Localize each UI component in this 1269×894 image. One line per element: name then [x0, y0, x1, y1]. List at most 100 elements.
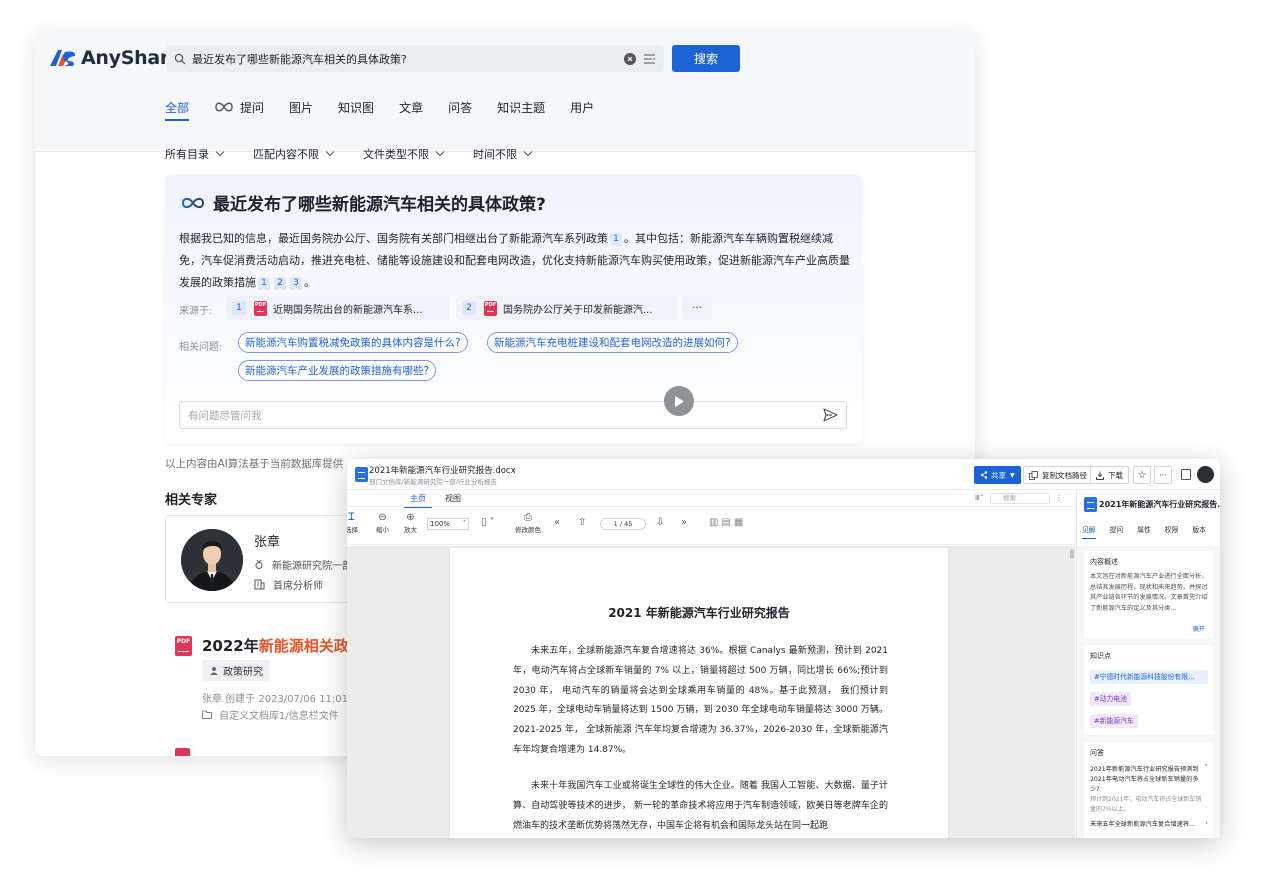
knowledge-point-tag[interactable]: #动力电池 [1090, 692, 1131, 706]
text-cursor-icon: Ꮖ [348, 512, 355, 523]
tab-ask[interactable]: 提问 [214, 94, 264, 120]
first-page-button[interactable]: « [554, 517, 560, 529]
panel-toggle-icon[interactable] [1181, 469, 1191, 480]
page-indicator[interactable]: 1 / 45 [600, 518, 646, 530]
tab-all[interactable]: 全部 [165, 94, 190, 121]
chevron-down-icon[interactable]: ˅ [1205, 764, 1209, 772]
expand-link[interactable]: 展开 [1193, 624, 1205, 633]
logo[interactable]: AnyShare [49, 46, 182, 70]
tab-knowledge-graph[interactable]: 知识图 [338, 94, 374, 120]
chevron-down-icon [523, 147, 533, 157]
sources-label: 来源于: [179, 306, 213, 317]
citation-2[interactable]: 2 [274, 277, 286, 290]
ai-answer-card: 最近发布了哪些新能源汽车相关的具体政策? 根据我已知的信息，最近国务院办公厅、国… [165, 175, 862, 444]
zoom-in-button[interactable]: ⊕ 放大 [404, 512, 417, 534]
citation-3[interactable]: 3 [290, 277, 302, 290]
expert-card[interactable]: 张章 新能源研究院一部 首席分析师 [165, 515, 365, 603]
prev-page-button[interactable]: ⇧ [578, 517, 586, 529]
last-page-button[interactable]: » [681, 517, 687, 529]
insight-panel-header: 2021年新能源汽车行业研究报告.docx 见解 提问 属性 权限 版本 [1077, 490, 1220, 546]
filter-list-icon[interactable] [644, 53, 656, 64]
more-sources-button[interactable]: ··· [682, 296, 712, 320]
tab-home[interactable]: 主页 [404, 493, 432, 508]
qa-question[interactable]: 2021年新能源汽车行业研究报告预测到2021年电动汽车将占全球新车销量的多少? [1090, 765, 1202, 795]
tab-versions[interactable]: 版本 [1192, 524, 1206, 534]
filter-directory[interactable]: 所有目录 [165, 146, 225, 162]
doc-search-input[interactable]: 搜索 [990, 493, 1050, 504]
tab-insight[interactable]: 见解 [1082, 524, 1096, 539]
citation-1[interactable]: 1 [610, 233, 622, 246]
download-button[interactable]: 下载 [1090, 466, 1129, 484]
share-button[interactable]: 共享 ▼ [974, 466, 1021, 484]
next-page-button[interactable]: ⇩ [656, 517, 664, 529]
word-doc-icon [1084, 497, 1097, 512]
search-button[interactable]: 搜索 [672, 45, 740, 72]
result-meta: 张章 创建于 2023/07/06 11:01 [202, 694, 348, 705]
paragraph: 未来五年，全球新能源汽车复合增速将达 36%。根据 Canalys 最新预测，预… [513, 646, 888, 755]
citation-1[interactable]: 1 [258, 277, 270, 290]
document-canvas[interactable]: 2021 年新能源汽车行业研究报告 未来五年，全球新能源汽车复合增速将达 36%… [347, 546, 1075, 838]
qa-answer: 预计到2021年，电动汽车将占全球新车销量的7%以上。 [1090, 796, 1202, 813]
filter-bar: 所有目录 匹配内容不限 文件类型不限 时间不限 [165, 146, 561, 162]
tab-view[interactable]: 视图 [445, 493, 461, 504]
select-tool[interactable]: Ꮖ 选择 [347, 512, 358, 534]
star-button[interactable]: ☆ [1133, 466, 1151, 484]
source-item[interactable]: 2 PDF 国务院办公厅关于印发新能源汽... [456, 296, 677, 320]
ai-infinity-icon [215, 102, 233, 112]
text-search-icon[interactable]: Ⅲ˅ [975, 494, 983, 502]
more-button[interactable]: ··· [1154, 466, 1172, 484]
filter-match[interactable]: 匹配内容不限 [253, 146, 335, 162]
tab-properties[interactable]: 属性 [1137, 524, 1151, 534]
expert-name: 张章 [254, 535, 281, 550]
double-right-icon: » [681, 517, 688, 528]
clear-icon[interactable] [624, 52, 636, 65]
vertical-more-icon[interactable]: ⋮ [1055, 493, 1063, 502]
source-item[interactable]: 1 PDF 近期国务院出台的新能源汽车系... [226, 296, 449, 320]
top-bar: AnyShare 最近发布了哪些新能源汽车相关的具体政策? 搜索 全部 提问 图… [35, 32, 975, 152]
viewer-tabs: 主页 视图 [347, 490, 1075, 508]
filter-time[interactable]: 时间不限 [473, 146, 533, 162]
related-question-chip[interactable]: 新能源汽车产业发展的政策措施有哪些? [238, 360, 437, 381]
modify-color-button[interactable]: ⎙ 修改颜色 [515, 512, 541, 534]
pdf-file-icon: PDF [254, 300, 267, 316]
download-icon [1096, 471, 1104, 480]
qa-question[interactable]: 未来五年全球新能源汽车复合增速将... [1090, 820, 1202, 830]
anyshare-logo-icon [50, 50, 76, 66]
chevron-right-icon[interactable]: › [1205, 819, 1208, 827]
share-icon [980, 471, 988, 479]
ai-disclaimer: 以上内容由AI算法基于当前数据库提供 [165, 458, 344, 470]
ai-infinity-icon [181, 197, 205, 208]
chevron-down-icon [215, 147, 225, 157]
page-layout-button[interactable]: ▯ ˅ [481, 517, 495, 529]
related-question-chip[interactable]: 新能源汽车充电桩建设和配套电网改造的进展如何? [487, 332, 738, 353]
tab-images[interactable]: 图片 [289, 94, 313, 120]
tab-permissions[interactable]: 权限 [1165, 524, 1179, 534]
ask-input[interactable]: 有问题尽管问我 [179, 401, 847, 429]
play-icon[interactable] [664, 386, 694, 416]
category-tag[interactable]: 政策研究 [202, 660, 270, 681]
chevron-down-icon: ˅ [463, 520, 466, 527]
tab-qa[interactable]: 问答 [448, 94, 472, 120]
viewer-header: 2021年新能源汽车行业研究报告.docx 部门文档库/新能源研究院一部/行业分… [347, 459, 1220, 490]
qa-caption: 问答 [1090, 749, 1104, 757]
related-question-chip[interactable]: 新能源汽车购置税减免政策的具体内容是什么? [238, 332, 468, 353]
zoom-select[interactable]: 100% ˅ [427, 518, 469, 530]
search-input[interactable]: 最近发布了哪些新能源汽车相关的具体政策? [166, 45, 664, 72]
tab-knowledge-topics[interactable]: 知识主题 [497, 94, 545, 120]
copy-path-button[interactable]: 复制文档路径 [1023, 466, 1093, 484]
pdf-file-icon: PDF [175, 635, 192, 656]
knowledge-point-tag[interactable]: #宁德时代新能源科技股份有限... [1090, 670, 1208, 684]
knowledge-point-tag[interactable]: #新能源汽车 [1090, 714, 1138, 728]
tab-articles[interactable]: 文章 [399, 94, 423, 120]
filter-file-type[interactable]: 文件类型不限 [363, 146, 445, 162]
tab-ask[interactable]: 提问 [1110, 524, 1124, 534]
avatar[interactable] [1197, 466, 1214, 483]
zoom-out-button[interactable]: ⊖ 缩小 [376, 512, 389, 534]
pdf-file-icon [175, 748, 190, 756]
scrollbar[interactable] [1070, 549, 1074, 559]
user-group-icon [210, 666, 218, 675]
send-icon[interactable] [823, 408, 838, 422]
view-modes[interactable]: ▥▤▦ [709, 517, 746, 529]
search-icon [174, 53, 186, 64]
tab-users[interactable]: 用户 [570, 94, 594, 120]
